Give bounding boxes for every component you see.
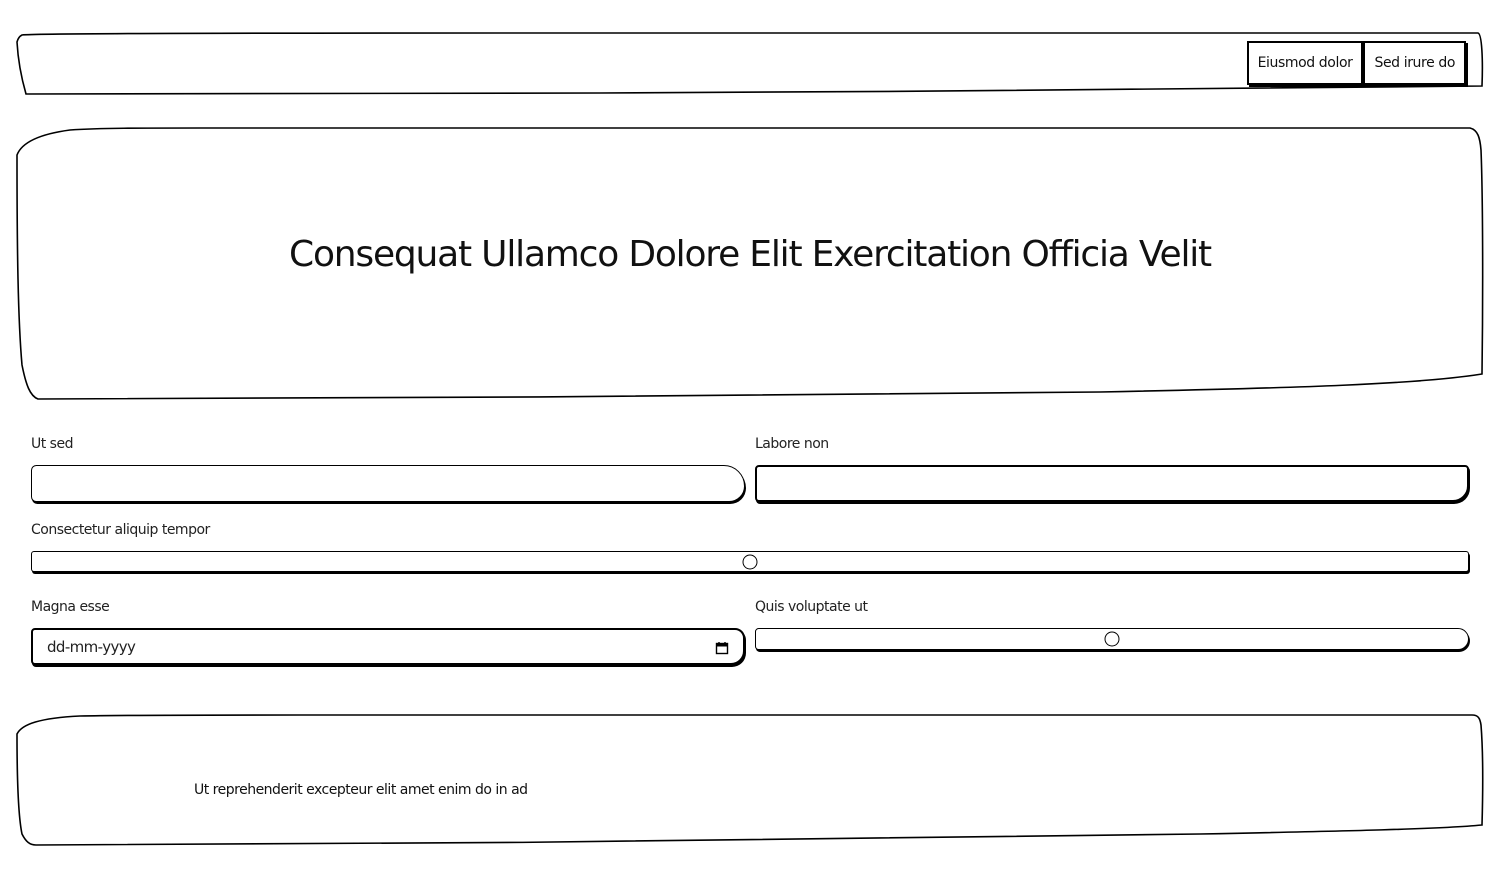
- date-placeholder: dd-mm-yyyy: [47, 637, 136, 656]
- slider-b-thumb[interactable]: [1104, 631, 1120, 647]
- field-b-input[interactable]: [755, 465, 1469, 502]
- hero-title: Consequat Ullamco Dolore Elit Exercitati…: [289, 234, 1212, 275]
- nav-buttons: Eiusmod dolor Sed irure do: [1246, 41, 1466, 85]
- slider-a-thumb[interactable]: [742, 554, 758, 569]
- slider-b[interactable]: [755, 628, 1469, 650]
- date-label: Magna esse: [31, 599, 110, 615]
- page: Eiusmod dolor Sed irure do Consequat Ull…: [0, 0, 1500, 878]
- footer-text: Ut reprehenderit excepteur elit amet eni…: [194, 782, 528, 798]
- field-a-label: Ut sed: [31, 436, 73, 452]
- nav-button-eiusmod[interactable]: Eiusmod dolor: [1246, 41, 1364, 85]
- sketch-frames: [16, 32, 1484, 846]
- calendar-icon[interactable]: [715, 640, 729, 654]
- field-a-input[interactable]: [31, 465, 745, 502]
- slider-a[interactable]: [31, 551, 1469, 572]
- slider-b-label: Quis voluptate ut: [755, 599, 868, 615]
- slider-a-label: Consectetur aliquip tempor: [31, 522, 210, 538]
- nav-button-sed[interactable]: Sed irure do: [1363, 41, 1466, 85]
- date-input[interactable]: dd-mm-yyyy: [31, 628, 745, 665]
- footer-frame: [16, 714, 1484, 846]
- field-b-label: Labore non: [755, 436, 829, 452]
